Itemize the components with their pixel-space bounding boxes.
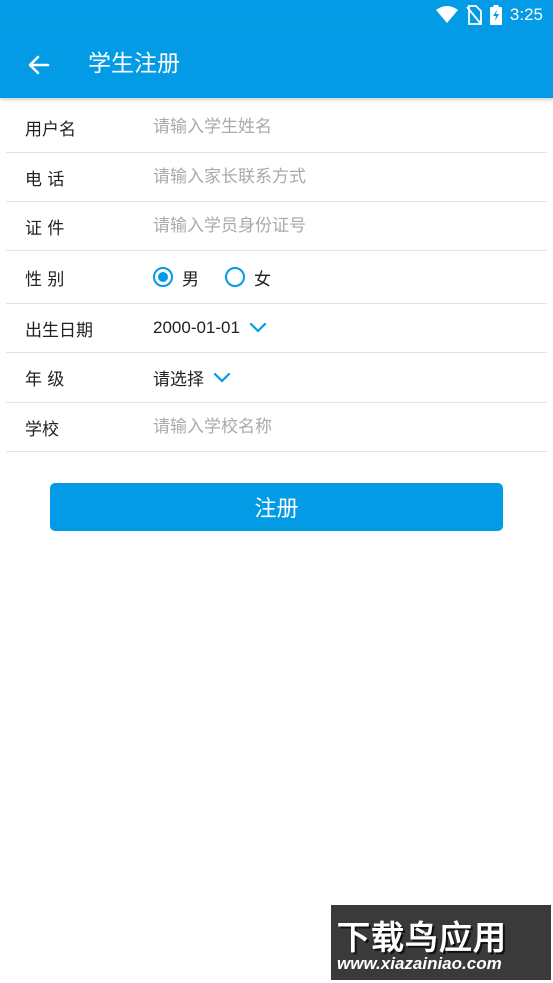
phone-row: 电 话 (6, 153, 547, 202)
phone-input[interactable] (153, 167, 533, 187)
grade-label: 年 级 (25, 370, 65, 390)
birthday-select[interactable]: 2000-01-01 (153, 318, 266, 338)
school-input[interactable] (153, 417, 533, 437)
username-label: 用户名 (25, 119, 76, 140)
back-button[interactable] (22, 48, 56, 82)
username-input[interactable] (153, 117, 533, 137)
battery-charging-icon (489, 5, 502, 25)
school-row: 学校 (6, 403, 547, 452)
chevron-down-icon (214, 372, 230, 383)
grade-row: 年 级 请选择 (6, 353, 547, 403)
gender-male-radio[interactable]: 男 (153, 265, 199, 290)
id-card-label: 证 件 (25, 218, 65, 239)
registration-form: 用户名 电 话 证 件 性 别 男 女 出生日期 2000-01-01 (6, 102, 547, 452)
page-title: 学生注册 (88, 51, 180, 77)
phone-label: 电 话 (25, 169, 65, 190)
wifi-icon (435, 6, 458, 23)
app-bar: 学生注册 (0, 30, 553, 98)
username-row: 用户名 (6, 102, 547, 153)
register-button[interactable]: 注册 (50, 483, 503, 531)
watermark-title: 下载鸟应用 (337, 918, 507, 957)
gender-male-label: 男 (182, 269, 199, 290)
gender-female-label: 女 (254, 269, 271, 290)
gender-label: 性 别 (25, 269, 65, 290)
status-bar: 3:25 (0, 0, 553, 30)
status-time: 3:25 (509, 5, 543, 24)
chevron-down-icon (249, 323, 266, 333)
status-icons: 3:25 (435, 4, 543, 26)
grade-value: 请选择 (153, 370, 204, 389)
watermark-url: www.xiazainiao.com (337, 954, 502, 973)
birthday-row: 出生日期 2000-01-01 (6, 304, 547, 353)
radio-checked-icon (153, 267, 173, 287)
no-sim-icon (466, 5, 482, 25)
gender-female-radio[interactable]: 女 (225, 265, 271, 290)
gender-row: 性 别 男 女 (6, 251, 547, 304)
birthday-label: 出生日期 (25, 320, 93, 341)
grade-select[interactable]: 请选择 (153, 365, 230, 390)
birthday-value: 2000-01-01 (153, 318, 240, 337)
radio-unchecked-icon (225, 267, 245, 287)
gender-radio-group: 男 女 (153, 265, 297, 290)
arrow-back-icon (28, 55, 50, 75)
id-card-input[interactable] (153, 216, 533, 236)
school-label: 学校 (25, 419, 59, 440)
id-card-row: 证 件 (6, 202, 547, 251)
watermark-logo: 下载鸟应用 www.xiazainiao.com (331, 905, 551, 980)
